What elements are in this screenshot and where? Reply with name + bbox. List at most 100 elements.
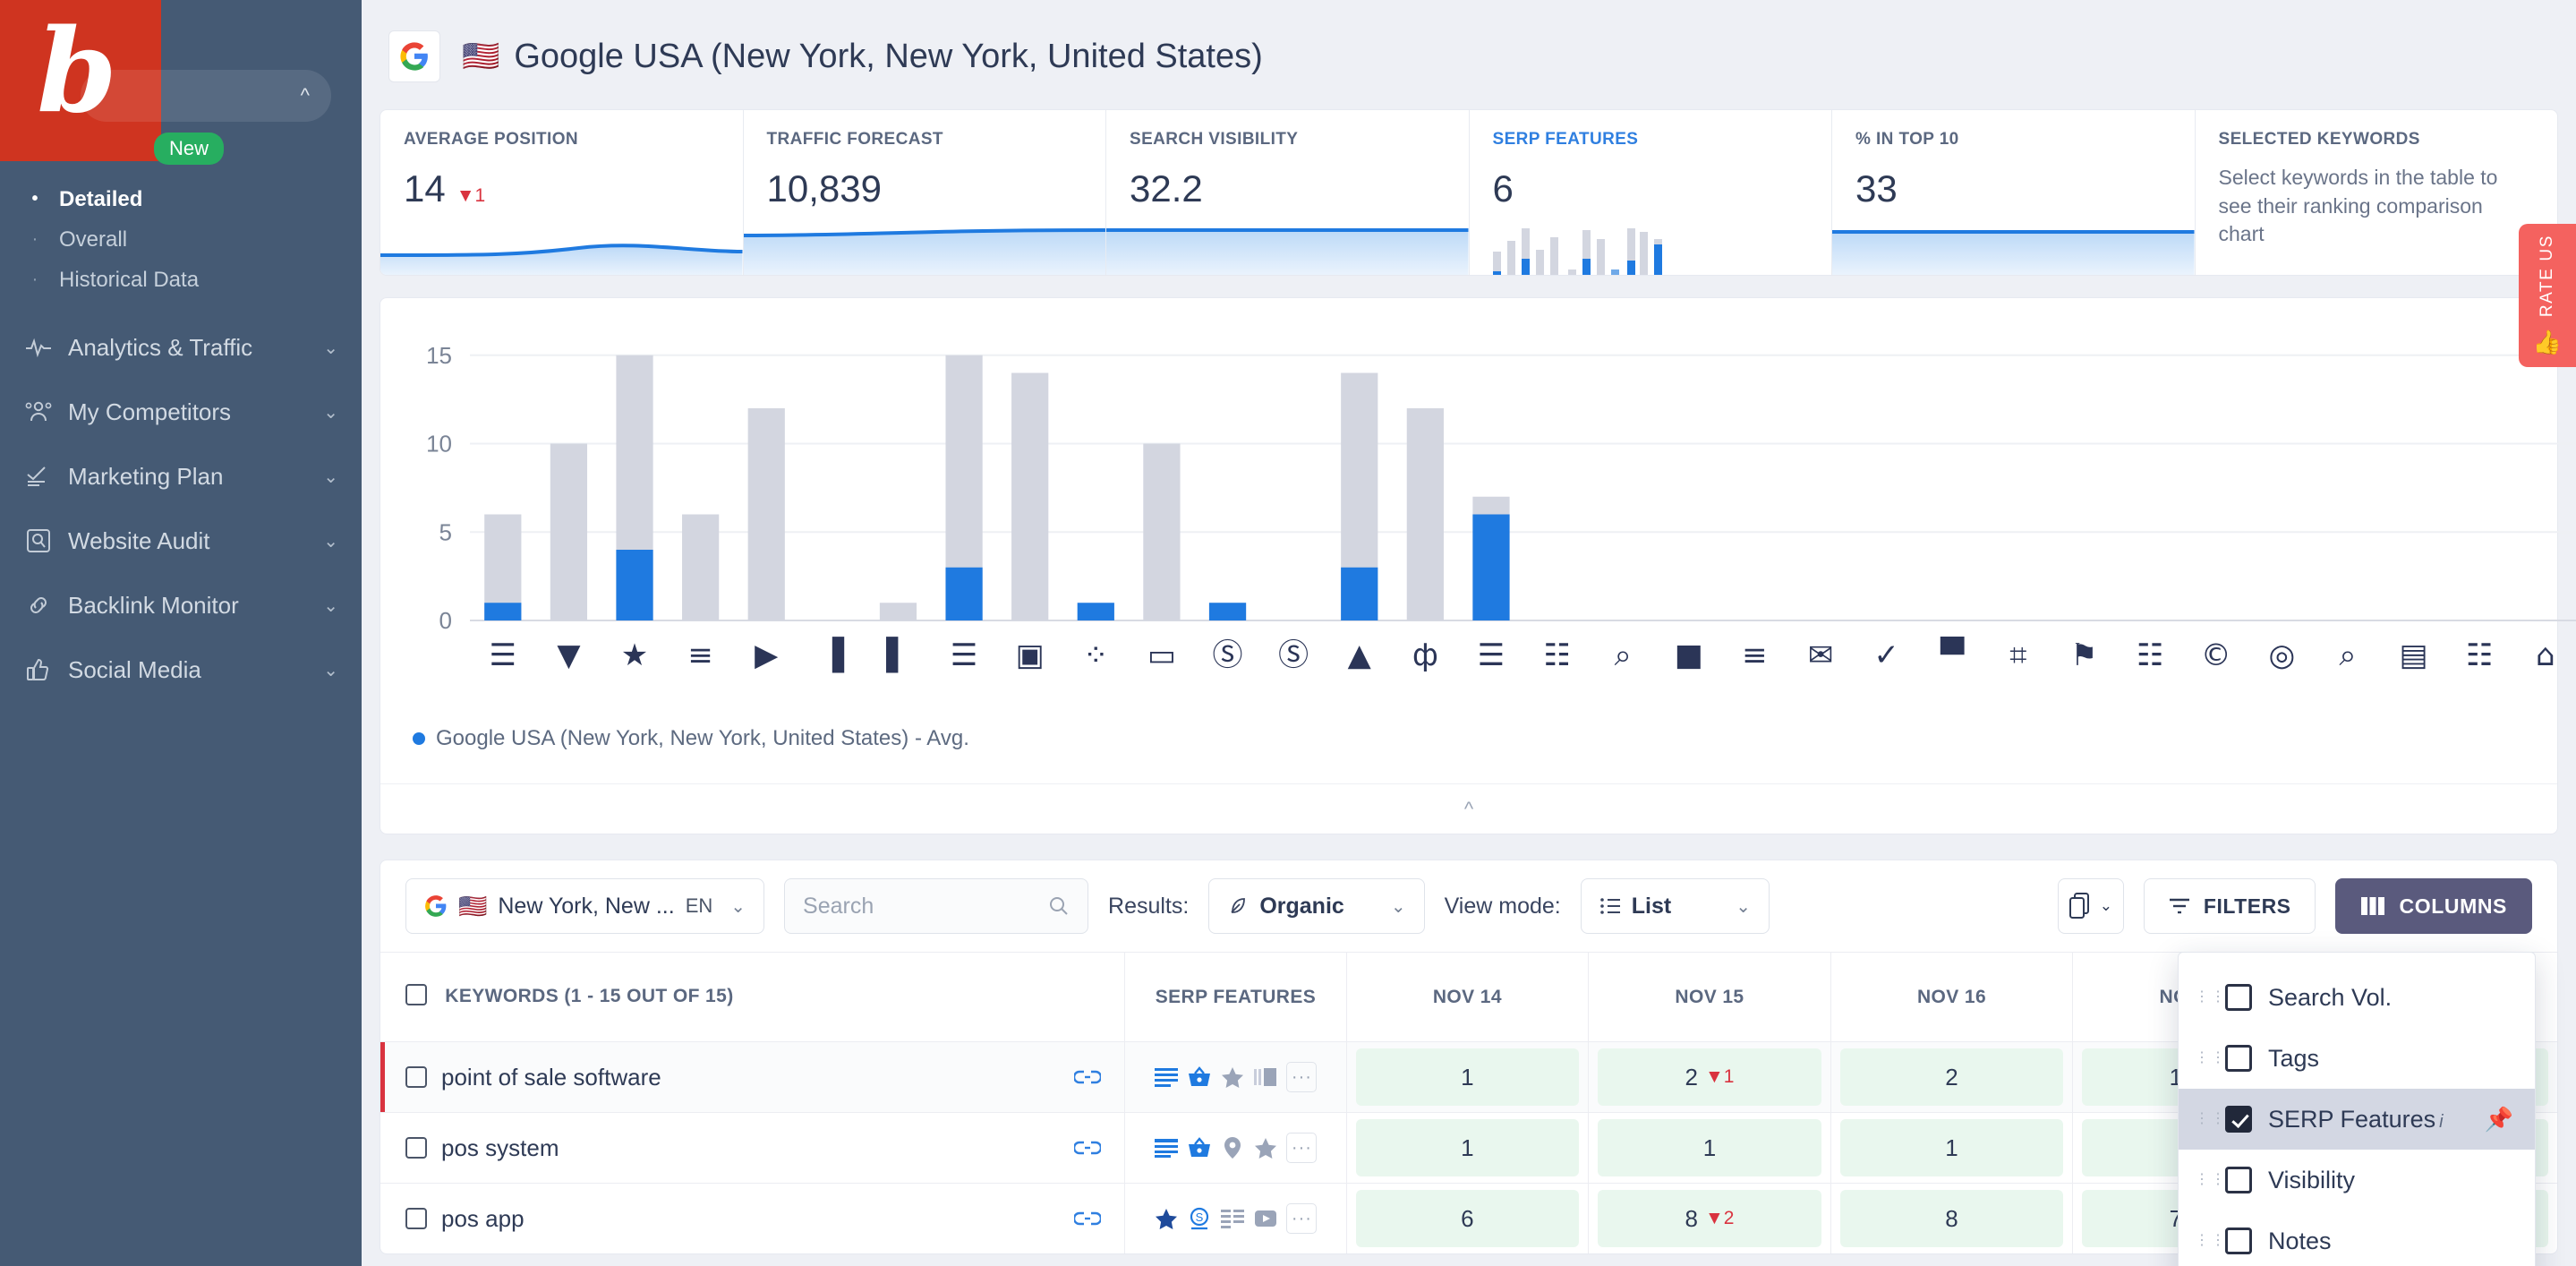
rank-cell[interactable]: 2 — [1830, 1041, 2073, 1113]
reviews-icon[interactable]: ★ — [621, 637, 648, 673]
chart-bar-avg[interactable] — [945, 567, 983, 620]
chart-bar-total[interactable] — [1406, 408, 1444, 620]
rank-cell[interactable]: 1 — [1345, 1041, 1589, 1113]
rank-cell[interactable]: 6 — [1345, 1183, 1589, 1253]
header-serp-features[interactable]: SERP FEATURES — [1124, 952, 1347, 1042]
more-serp-features-button[interactable]: ··· — [1286, 1062, 1318, 1092]
shopping-results-icon[interactable]: ▲ — [1348, 637, 1372, 673]
column-checkbox[interactable] — [2225, 984, 2252, 1011]
grid-icon[interactable]: © — [2201, 637, 2231, 673]
shopping-ads-icon[interactable]: Ⓢ — [1213, 637, 1243, 673]
ads-top-icon[interactable]: ▭ — [1147, 637, 1176, 673]
sidebar-item-overall[interactable]: · Overall — [0, 219, 362, 260]
results-type-selector[interactable]: Organic ⌄ — [1208, 878, 1425, 934]
drag-handle-icon[interactable]: ⋮⋮ — [2195, 990, 2225, 1004]
map-icon[interactable]: ◎ — [2268, 637, 2295, 673]
rank-cell[interactable]: 8 — [1830, 1183, 2073, 1253]
bookmark-icon[interactable]: ⚑ — [2070, 637, 2097, 673]
column-option-tags[interactable]: ⋮⋮ Tags — [2179, 1028, 2535, 1089]
paid-ads-icon[interactable]: S — [1187, 1206, 1212, 1231]
sidebar-item-website-audit[interactable]: Website Audit ⌄ — [0, 509, 362, 573]
drag-handle-icon[interactable]: ⋮⋮ — [2195, 1112, 2225, 1125]
chart-bar-total[interactable] — [879, 603, 917, 620]
columns-button[interactable]: COLUMNS — [2334, 878, 2532, 934]
rate-us-tab[interactable]: RATE US 👍 — [2519, 224, 2576, 367]
column-option-notes[interactable]: ⋮⋮ Notes — [2179, 1210, 2535, 1266]
column-option-search-vol[interactable]: ⋮⋮ Search Vol. — [2179, 967, 2535, 1028]
kpi-percent-in-top-10[interactable]: % IN TOP 10 33 — [1832, 110, 2196, 275]
reviews-star-icon[interactable] — [1220, 1065, 1245, 1090]
sidebar-item-backlink-monitor[interactable]: Backlink Monitor ⌄ — [0, 573, 362, 637]
project-selector[interactable]: ^ — [81, 70, 331, 122]
copy-export-button[interactable]: ⌄ — [2057, 878, 2124, 934]
drag-handle-icon[interactable]: ⋮⋮ — [2195, 1234, 2225, 1247]
sitelinks-icon[interactable] — [1220, 1206, 1245, 1231]
serp-features-bar-chart[interactable]: 051015☰▼★≡▶▐▌☰▣⁘▭ⓈⓈ▲ф☰☷⌕■≡✉✓▀⌗⚑☷©◎⌕▤☷⌂⌘♀… — [407, 325, 2576, 674]
tweet-box-icon[interactable]: ✉ — [1808, 637, 1834, 673]
sidebar-item-my-competitors[interactable]: My Competitors ⌄ — [0, 380, 362, 444]
column-checkbox[interactable] — [2225, 1106, 2252, 1133]
header-date-nov-15[interactable]: NOV 15 — [1588, 952, 1831, 1042]
local-pack-icon[interactable]: ▼ — [557, 637, 581, 673]
featured-snippet-icon[interactable]: ☰ — [490, 637, 516, 673]
chart-bar-total[interactable] — [1143, 443, 1181, 621]
sitelinks-icon[interactable]: ≡ — [687, 637, 713, 673]
pin-icon[interactable]: 📌 — [2485, 1106, 2513, 1133]
search-input[interactable]: Search — [784, 878, 1089, 934]
shopping-basket-icon[interactable] — [1187, 1065, 1212, 1090]
header-date-nov-14[interactable]: NOV 14 — [1345, 952, 1589, 1042]
calculator-icon[interactable]: ⌗ — [2009, 637, 2026, 673]
drag-handle-icon[interactable]: ⋮⋮ — [2195, 1051, 2225, 1065]
column-checkbox[interactable] — [2225, 1167, 2252, 1193]
sidebar-item-detailed[interactable]: • Detailed — [0, 179, 362, 219]
sidebar-item-social-media[interactable]: Social Media ⌄ — [0, 637, 362, 702]
chart-bar-total[interactable] — [550, 443, 588, 621]
images-icon[interactable]: ▣ — [1016, 637, 1045, 673]
serp-features-cell[interactable]: ··· — [1124, 1041, 1347, 1113]
jobs-icon[interactable]: ☷ — [1543, 637, 1570, 673]
calendar-icon[interactable]: ☷ — [2137, 637, 2163, 673]
link-icon[interactable] — [1074, 1210, 1102, 1228]
row-checkbox[interactable] — [405, 1208, 427, 1229]
carousel-icon[interactable]: ▐ — [821, 637, 845, 673]
job-search-icon[interactable]: ⌕ — [1615, 637, 1632, 673]
select-all-checkbox[interactable] — [405, 983, 427, 1005]
rank-cell[interactable]: 2 ▼1 — [1588, 1041, 1831, 1113]
kpi-average-position[interactable]: AVERAGE POSITION 14 ▼1 — [380, 110, 744, 275]
rank-cell[interactable]: 1 — [1588, 1112, 1831, 1184]
rank-cell[interactable]: 8 ▼2 — [1588, 1183, 1831, 1253]
chart-bar-total[interactable] — [682, 514, 720, 621]
more-serp-features-button[interactable]: ··· — [1286, 1203, 1318, 1234]
header-date-nov-16[interactable]: NOV 16 — [1830, 952, 2073, 1042]
search-globe-icon[interactable]: ☷ — [2466, 637, 2493, 673]
chart-bar-avg[interactable] — [484, 603, 522, 620]
link-icon[interactable] — [1074, 1139, 1102, 1157]
video-icon[interactable]: ▶ — [755, 637, 779, 673]
rank-cell[interactable]: 1 — [1830, 1112, 2073, 1184]
column-option-serp-features[interactable]: ⋮⋮ SERP Features i 📌 — [2179, 1089, 2535, 1150]
location-selector[interactable]: 🇺🇸 New York, New ... EN ⌄ — [405, 878, 765, 934]
flights-icon[interactable]: ■ — [1675, 637, 1703, 673]
row-checkbox[interactable] — [405, 1066, 427, 1088]
featured-snippet-icon[interactable] — [1154, 1135, 1179, 1160]
kpi-traffic-forecast[interactable]: TRAFFIC FORECAST 10,839 — [743, 110, 1106, 275]
column-option-visibility[interactable]: ⋮⋮ Visibility — [2179, 1150, 2535, 1210]
sidebar-item-analytics-traffic[interactable]: Analytics & Traffic ⌄ — [0, 315, 362, 380]
twitter-icon[interactable]: ф — [1412, 637, 1438, 673]
chart-bar-total[interactable] — [1011, 372, 1049, 621]
viewmode-selector[interactable]: List ⌄ — [1580, 878, 1770, 934]
serp-features-cell[interactable]: ··· — [1124, 1112, 1347, 1184]
featured-snippet-icon[interactable] — [1154, 1065, 1179, 1090]
shopping-basket-icon[interactable] — [1187, 1135, 1212, 1160]
reviews-star-icon[interactable] — [1253, 1135, 1278, 1160]
carousel-icon[interactable] — [1253, 1065, 1278, 1090]
chart-bar-avg[interactable] — [1341, 567, 1378, 620]
image-pack-icon[interactable]: ▌ — [885, 637, 909, 673]
paid-ads-icon[interactable]: Ⓢ — [1278, 637, 1309, 673]
related-questions-icon[interactable]: ⁘ — [1083, 637, 1109, 673]
serp-features-cell[interactable]: S ··· — [1124, 1183, 1347, 1253]
reviews-star-icon[interactable] — [1154, 1206, 1179, 1231]
sidebar-item-marketing-plan[interactable]: Marketing Plan ⌄ — [0, 444, 362, 509]
chart-bar-avg[interactable] — [1472, 514, 1510, 621]
chart-bar-avg[interactable] — [1208, 603, 1247, 620]
